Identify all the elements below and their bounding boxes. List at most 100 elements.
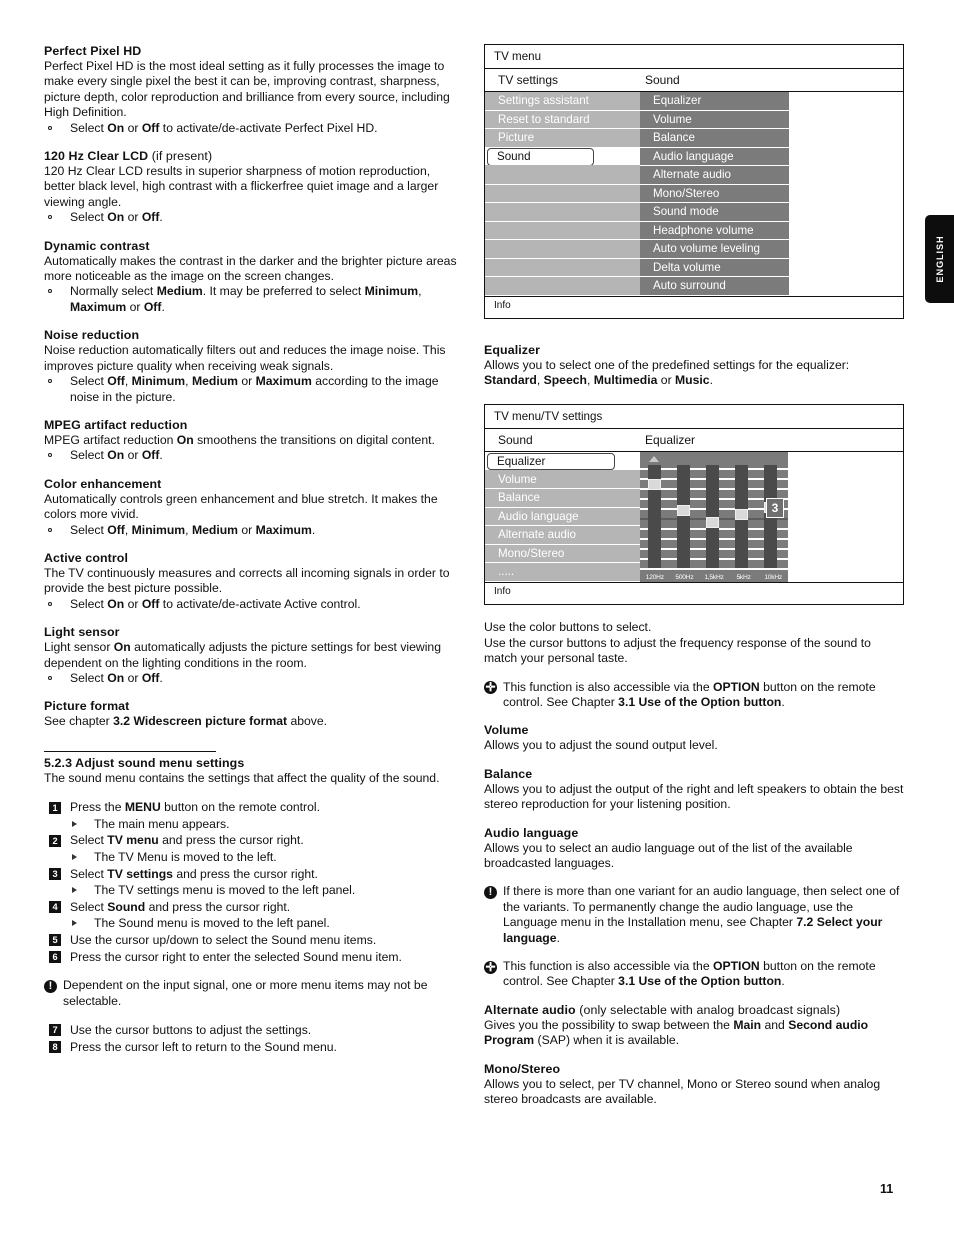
tv-menu-header-left: TV settings — [498, 73, 559, 87]
eq-freq-label-5khz: 5kHz — [736, 574, 751, 582]
sound-menu-item-alternate-audio[interactable]: Alternate audio — [640, 166, 789, 185]
triangle-icon — [72, 853, 77, 860]
step-number: 7 — [49, 1024, 61, 1037]
bullet-light-sensor: Select On or Off. — [44, 671, 464, 686]
selection-highlight-box: Equalizer — [487, 452, 615, 470]
eq-menu-column-headers: Sound Equalizer — [485, 429, 903, 453]
eq-freq-label-500hz: 500Hz — [675, 574, 694, 582]
paragraph-perfect-pixel-hd: Perfect Pixel HD is the most ideal setti… — [44, 59, 450, 120]
step-number: 6 — [49, 951, 61, 964]
paragraph-mono-stereo: Allows you to select, per TV channel, Mo… — [484, 1076, 881, 1107]
tv-menu-info-bar: Info — [485, 295, 903, 318]
tv-menu-item-sound-selected[interactable]: Sound — [485, 147, 640, 166]
paragraph-audio-language: Allows you to select an audio language o… — [484, 840, 853, 870]
heading-equalizer: Equalizer — [484, 342, 540, 357]
paragraph-color-buttons: Use the color buttons to select. — [484, 620, 652, 635]
bullet-120hz-clear-lcd: Select On or Off. — [44, 210, 464, 225]
note-input-signal: ! Dependent on the input signal, one or … — [44, 978, 464, 1009]
tv-menu-empty-row: . — [485, 185, 640, 203]
bullet-dot-icon — [48, 527, 52, 532]
sound-menu-item-equalizer[interactable]: Equalizer — [640, 92, 789, 111]
manual-page: Perfect Pixel HD Perfect Pixel HD is the… — [0, 0, 954, 1235]
bullet-dot-icon — [48, 379, 52, 384]
eq-slider-knob-1-5khz[interactable] — [706, 517, 719, 529]
eq-menu-item-more[interactable]: ..... — [485, 563, 640, 582]
eq-freq-label-10khz: 10kHz — [764, 574, 783, 582]
selection-highlight-box: Sound — [487, 148, 594, 166]
eq-menu-item-alternate-audio[interactable]: Alternate audio — [485, 526, 640, 545]
equalizer-graphic[interactable]: 120Hz 500Hz 1,5kHz 5kHz 10kHz 3 — [640, 452, 788, 583]
note-option-button-2: ✛ This function is also accessible via t… — [484, 959, 876, 989]
step-6: 6 Press the cursor right to enter the se… — [44, 949, 464, 966]
sound-menu-item-sound-mode[interactable]: Sound mode — [640, 203, 789, 222]
paragraph-noise-reduction: Noise reduction automatically filters ou… — [44, 343, 446, 373]
left-text-column: Perfect Pixel HD Perfect Pixel HD is the… — [44, 44, 464, 1055]
plus-icon: ✛ — [484, 959, 497, 974]
triangle-icon — [72, 920, 77, 927]
sound-menu-item-mono-stereo[interactable]: Mono/Stereo — [640, 185, 789, 203]
sound-menu-item-balance[interactable]: Balance — [640, 129, 789, 148]
eq-menu-title: TV menu/TV settings — [485, 405, 903, 430]
eq-menu-item-balance[interactable]: Balance — [485, 489, 640, 508]
eq-freq-label-1-5khz: 1,5kHz — [704, 574, 724, 582]
heading-balance: Balance — [484, 766, 533, 781]
eq-slider-knob-500hz[interactable] — [677, 505, 690, 517]
step-4: 4 Select Sound and press the cursor righ… — [44, 899, 464, 916]
sound-menu-item-volume[interactable]: Volume — [640, 111, 789, 129]
eq-menu-info-bar: Info — [485, 582, 903, 604]
step-2-result: The TV Menu is moved to the left. — [44, 849, 464, 866]
paragraph-balance: Allows you to adjust the output of the r… — [484, 781, 904, 812]
heading-noise-reduction: Noise reduction — [44, 328, 140, 343]
sound-menu-item-auto-volume-leveling[interactable]: Auto volume leveling — [640, 240, 789, 259]
bullet-color-enhancement: Select Off, Minimum, Medium or Maximum. — [44, 523, 464, 538]
eq-value-indicator: 3 — [766, 498, 784, 519]
heading-dynamic-contrast: Dynamic contrast — [44, 238, 150, 253]
heading-perfect-pixel-hd: Perfect Pixel HD — [44, 44, 142, 58]
step-number: 1 — [49, 801, 61, 814]
eq-slider-knob-5khz[interactable] — [735, 509, 748, 521]
heading-light-sensor: Light sensor — [44, 625, 120, 640]
tv-menu-empty-row: . — [485, 240, 640, 259]
sound-menu-item-headphone-volume[interactable]: Headphone volume — [640, 222, 789, 240]
eq-menu-item-volume[interactable]: Volume — [485, 471, 640, 490]
bullet-mpeg-artifact-reduction: Select On or Off. — [44, 448, 464, 463]
tv-menu-header-right: Sound — [645, 73, 680, 87]
heading-picture-format: Picture format — [44, 699, 130, 714]
scroll-up-arrow-icon[interactable] — [649, 456, 659, 463]
step-5: 5 Use the cursor up/down to select the S… — [44, 932, 464, 949]
step-number: 3 — [49, 868, 61, 881]
step-3: 3 Select TV settings and press the curso… — [44, 866, 464, 883]
step-1-result: The main menu appears. — [44, 816, 464, 833]
step-number: 4 — [49, 901, 61, 914]
sound-menu-item-audio-language[interactable]: Audio language — [640, 148, 789, 166]
heading-active-control: Active control — [44, 550, 129, 565]
paragraph-picture-format: See chapter 3.2 Widescreen picture forma… — [44, 714, 328, 729]
eq-menu-item-mono-stereo[interactable]: Mono/Stereo — [485, 545, 640, 564]
page-number: 11 — [880, 1182, 894, 1196]
paragraph-color-enhancement: Automatically controls green enhancement… — [44, 491, 438, 522]
eq-slider-track-500hz[interactable] — [677, 465, 690, 569]
heading-volume: Volume — [484, 723, 529, 738]
eq-menu-item-equalizer-selected[interactable]: Equalizer — [485, 452, 640, 471]
tv-menu-item-picture[interactable]: Picture — [485, 129, 640, 148]
tv-menu-item-settings-assistant[interactable]: Settings assistant — [485, 92, 640, 111]
right-column: TV menu TV settings Sound Settings assis… — [484, 44, 904, 1107]
sound-menu-item-auto-surround[interactable]: Auto surround — [640, 277, 789, 296]
bullet-dot-icon — [48, 453, 52, 458]
paragraph-dynamic-contrast: Automatically makes the contrast in the … — [44, 253, 457, 284]
english-side-tab-label: ENGLISH — [934, 235, 945, 283]
step-2: 2 Select TV menu and press the cursor ri… — [44, 832, 464, 849]
section-divider — [44, 750, 216, 752]
plus-icon: ✛ — [484, 680, 497, 695]
tv-menu-empty-row: . — [485, 222, 640, 240]
step-8: 8 Press the cursor left to return to the… — [44, 1039, 464, 1056]
bullet-active-control: Select On or Off to activate/de-activate… — [44, 597, 464, 612]
bullet-perfect-pixel-hd: Select On or Off to activate/de-activate… — [44, 121, 464, 136]
eq-menu-item-audio-language[interactable]: Audio language — [485, 508, 640, 527]
eq-slider-knob-120hz[interactable] — [648, 479, 661, 491]
tv-menu-item-reset-to-standard[interactable]: Reset to standard — [485, 111, 640, 129]
heading-120hz-clear-lcd: 120 Hz Clear LCD (if present) — [44, 149, 213, 164]
sound-menu-item-delta-volume[interactable]: Delta volume — [640, 259, 789, 277]
step-number: 8 — [49, 1041, 61, 1054]
step-7: 7 Use the cursor buttons to adjust the s… — [44, 1022, 464, 1039]
